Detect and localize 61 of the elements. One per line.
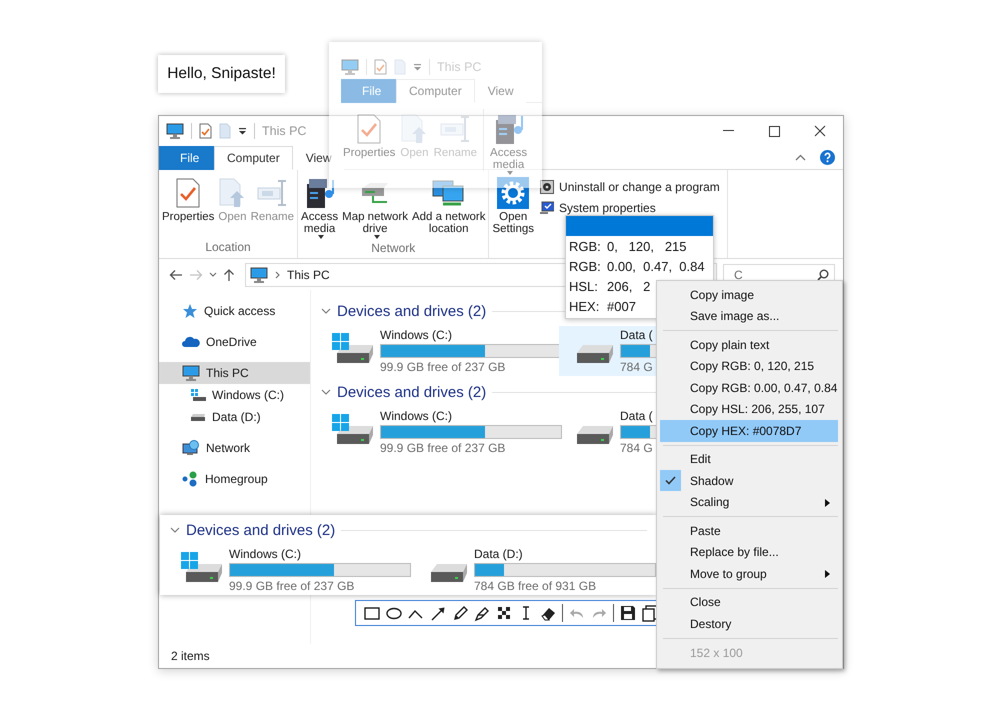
ribbon-link[interactable]: System properties: [540, 199, 720, 217]
sidebar-item[interactable]: Homegroup: [159, 468, 310, 490]
free-space-text: 99.9 GB free of 237 GB: [380, 441, 506, 455]
ribbon-button[interactable]: Access media: [299, 173, 340, 241]
drive-tile[interactable]: Windows (C:) 99.9 GB free of 237 GB: [319, 326, 559, 376]
drive-name: Data (: [620, 328, 653, 342]
drive-name: Windows (C:): [229, 547, 302, 561]
menu-item[interactable]: Copy RGB: 0.00, 0.47, 0.84: [660, 377, 838, 398]
sidebar-item[interactable]: Network: [159, 437, 310, 459]
ribbon-link[interactable]: Uninstall or change a program: [540, 178, 720, 196]
menu-item[interactable]: Copy plain text: [660, 334, 838, 356]
color-label: HEX:: [569, 298, 600, 314]
drive-tile[interactable]: Windows (C:) 99.9 GB free of 237 GB: [168, 545, 413, 595]
ribbon-button[interactable]: Add a network location: [410, 173, 488, 237]
sidebar-item[interactable]: Windows (C:): [159, 384, 310, 406]
menu-item[interactable]: Shadow: [660, 470, 838, 492]
menu-item[interactable]: Scaling: [660, 492, 838, 513]
status-text: 2 items: [171, 649, 210, 663]
menu-item[interactable]: Destory: [660, 613, 838, 634]
color-value: 0, 120, 215: [607, 238, 687, 254]
sidebar-item[interactable]: OneDrive: [159, 331, 310, 353]
drive-name: Data (D:): [474, 547, 523, 561]
group-header[interactable]: Devices and drives (2): [168, 519, 657, 541]
menu-item[interactable]: Paste: [660, 520, 838, 542]
ribbon-button[interactable]: Properties: [160, 173, 216, 225]
color-label: RGB:: [569, 238, 601, 254]
menu-item[interactable]: Edit: [660, 448, 838, 470]
free-space-text: 784 G: [620, 441, 653, 455]
free-space-text: 99.9 GB free of 237 GB: [380, 360, 506, 374]
drive-name: Data (: [620, 409, 653, 423]
group-title: Devices and drives (2): [337, 302, 486, 320]
menu-item[interactable]: Move to group: [660, 563, 838, 584]
group-label: Network: [370, 241, 416, 257]
drive-tile[interactable]: Data (D:) 784 GB free of 931 GB: [413, 545, 657, 595]
color-value: #007: [607, 298, 636, 314]
free-space-text: 784 GB free of 931 GB: [474, 579, 596, 593]
sidebar-item[interactable]: Data (D:): [159, 406, 310, 428]
menu-item[interactable]: Copy image: [660, 284, 838, 306]
group-title: Devices and drives (2): [337, 384, 486, 400]
sidebar-item[interactable]: Quick access: [159, 300, 310, 322]
note-text: Hello, Snipaste!: [158, 55, 285, 93]
menu-item[interactable]: Copy HEX: #0078D7: [660, 420, 838, 442]
menu-item[interactable]: Close: [660, 592, 838, 613]
free-space-text: 99.9 GB free of 237 GB: [229, 579, 354, 593]
free-space-text: 784 G: [620, 360, 653, 374]
file-tab[interactable]: File: [159, 146, 214, 170]
group-label: Location: [204, 240, 252, 256]
ribbon-button[interactable]: Map network drive: [340, 173, 410, 241]
drive-name: Windows (C:): [380, 409, 452, 423]
drive-name: Windows (C:): [380, 328, 452, 342]
menu-item[interactable]: Save image as...: [660, 306, 838, 327]
menu-item[interactable]: Copy RGB: 0, 120, 215: [660, 356, 838, 377]
breadcrumb-item[interactable]: This PC: [287, 268, 330, 282]
drive-tile[interactable]: Windows (C:) 99.9 GB free of 237 GB: [319, 407, 559, 457]
window-title: This PC: [262, 124, 306, 138]
group-title: Devices and drives (2): [186, 522, 336, 538]
menu-item[interactable]: Replace by file...: [660, 542, 838, 563]
sidebar-item[interactable]: This PC: [159, 362, 310, 384]
menu-item[interactable]: Copy HSL: 206, 255, 107: [660, 398, 838, 420]
ribbon-tab[interactable]: Computer: [214, 146, 293, 170]
size-label: 152 x 100: [689, 644, 744, 662]
